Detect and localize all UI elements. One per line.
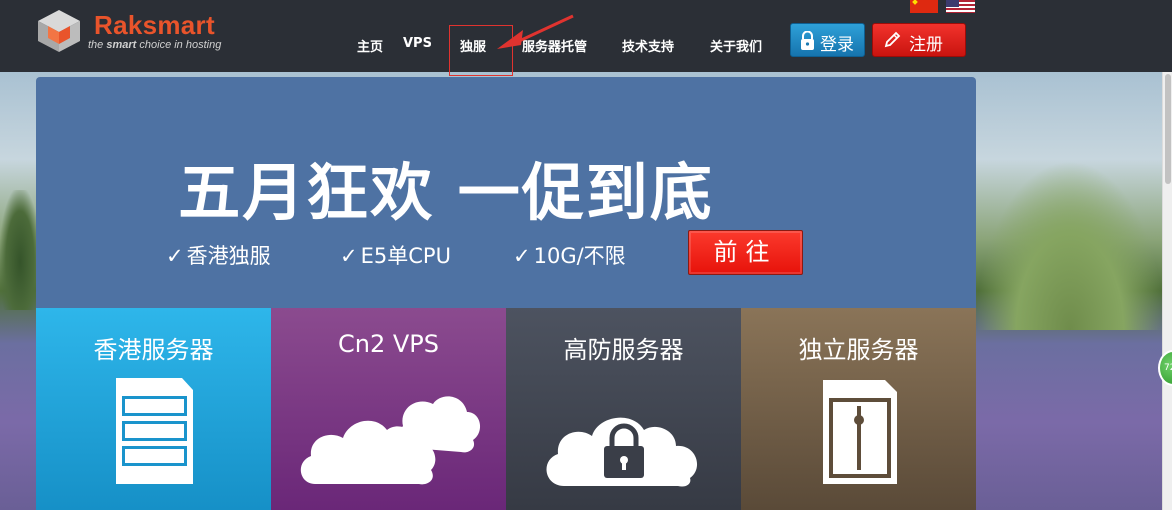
site-header: Raksmart the smart choice in hosting 主页 … (0, 0, 1172, 76)
tile-ddos-server[interactable]: 高防服务器 (506, 308, 741, 510)
feature-item: ✓ 10G/不限 (513, 244, 626, 268)
tile-dedicated-server[interactable]: 独立服务器 (741, 308, 976, 510)
pencil-icon (884, 31, 901, 48)
check-icon: ✓ (166, 244, 184, 268)
login-button[interactable]: 登录 (790, 23, 865, 57)
go-button[interactable]: 前往 (688, 230, 803, 275)
pointer-arrow-icon (497, 14, 574, 49)
promo-banner: 五月狂欢 一促到底 ✓ 香港独服 ✓ E5单CPU ✓ 10G/不限 前往 (36, 77, 976, 308)
cloud-lock-icon (546, 417, 698, 487)
feature-item: ✓ E5单CPU (340, 244, 451, 268)
nav-item-support[interactable]: 技术支持 (622, 36, 674, 55)
tile-title: 高防服务器 (563, 336, 684, 364)
background-trees (0, 190, 40, 310)
login-label: 登录 (820, 35, 854, 54)
tile-title: 独立服务器 (798, 336, 919, 364)
cube-logo-icon (38, 10, 80, 52)
site-logo[interactable]: Raksmart the smart choice in hosting (36, 6, 226, 56)
tile-title: Cn2 VPS (338, 330, 439, 358)
page-scrollbar[interactable] (1162, 72, 1172, 510)
server-rack-icon (116, 378, 193, 484)
nav-item-about[interactable]: 关于我们 (710, 36, 762, 55)
scroll-thumb[interactable] (1165, 74, 1171, 184)
check-icon: ✓ (513, 244, 531, 268)
china-flag-icon[interactable] (910, 0, 938, 13)
logo-name: Raksmart (94, 10, 215, 40)
us-flag-icon[interactable] (946, 0, 975, 13)
nav-item-home[interactable]: 主页 (357, 36, 383, 55)
tile-title: 香港服务器 (93, 336, 214, 364)
tile-hk-server[interactable]: 香港服务器 (36, 308, 271, 510)
banner-title: 五月狂欢 一促到底 (178, 156, 714, 229)
nav-item-vps[interactable]: VPS (403, 36, 432, 54)
server-unit-icon (823, 380, 897, 484)
tile-cn2-vps[interactable]: Cn2 VPS (271, 308, 506, 510)
logo-tagline: the smart choice in hosting (88, 39, 222, 51)
register-label: 注册 (909, 35, 943, 54)
feature-item: ✓ 香港独服 (166, 244, 271, 268)
register-button[interactable]: 注册 (872, 23, 966, 57)
lock-icon (801, 31, 814, 50)
cloud-icon (300, 396, 481, 485)
background-hill (975, 160, 1165, 330)
check-icon: ✓ (340, 244, 358, 268)
